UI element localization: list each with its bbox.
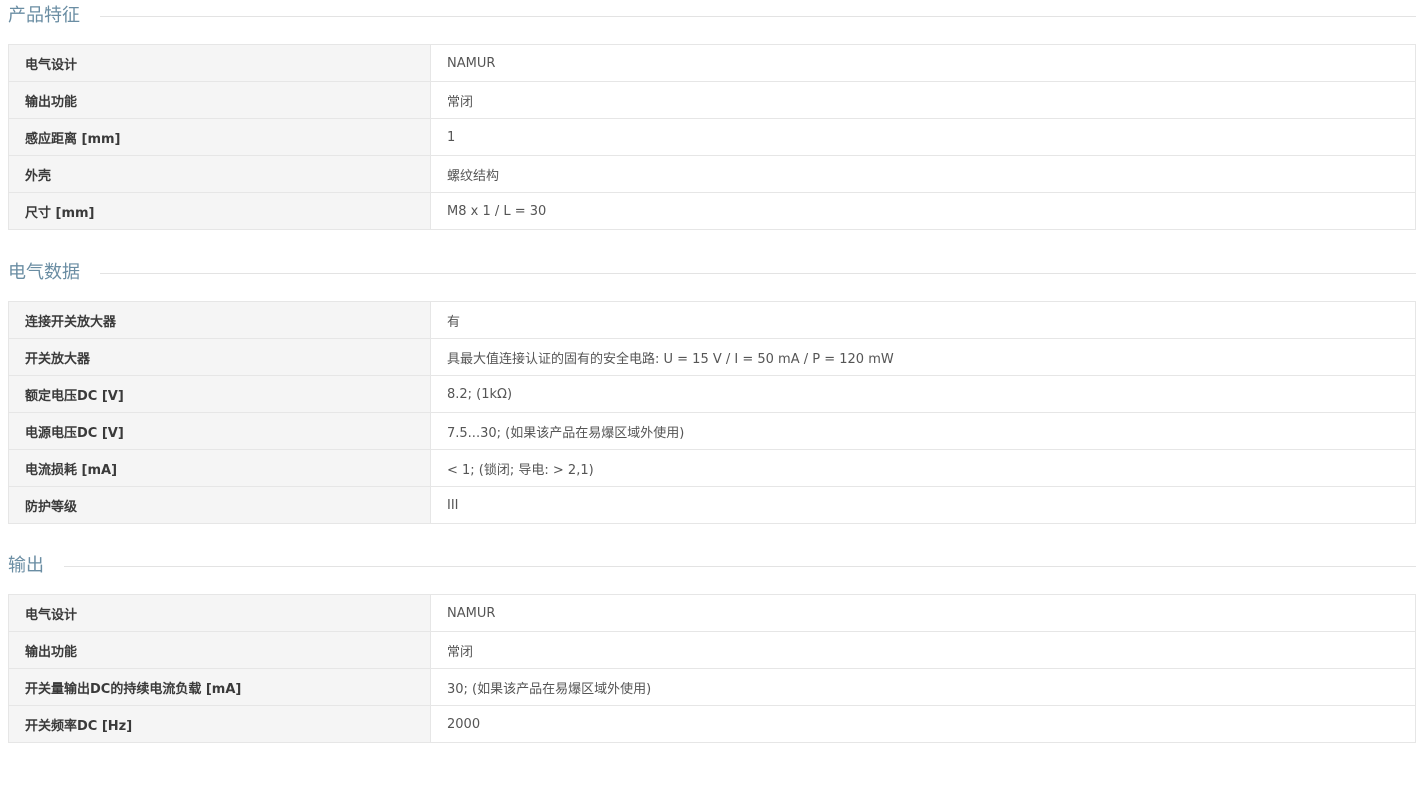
table-row: 额定电压DC [V] 8.2; (1kΩ) bbox=[8, 375, 1416, 413]
spec-value: NAMUR bbox=[430, 594, 1416, 632]
spec-table: 连接开关放大器 有 开关放大器 具最大值连接认证的固有的安全电路: U = 15… bbox=[8, 301, 1416, 524]
spec-value: 2000 bbox=[430, 705, 1416, 743]
spec-label: 防护等级 bbox=[8, 486, 431, 524]
section-product-features: 产品特征 电气设计 NAMUR 输出功能 常闭 感应距离 [mm] 1 外壳 螺… bbox=[8, 0, 1416, 230]
spec-table: 电气设计 NAMUR 输出功能 常闭 开关量输出DC的持续电流负载 [mA] 3… bbox=[8, 594, 1416, 743]
table-row: 输出功能 常闭 bbox=[8, 81, 1416, 119]
spec-label: 连接开关放大器 bbox=[8, 301, 431, 339]
table-row: 开关放大器 具最大值连接认证的固有的安全电路: U = 15 V / I = 5… bbox=[8, 338, 1416, 376]
spec-label: 电源电压DC [V] bbox=[8, 412, 431, 450]
table-row: 电流损耗 [mA] < 1; (锁闭; 导电: > 2,1) bbox=[8, 449, 1416, 487]
spec-value: 7.5...30; (如果该产品在易爆区域外使用) bbox=[430, 412, 1416, 450]
spec-page: 产品特征 电气设计 NAMUR 输出功能 常闭 感应距离 [mm] 1 外壳 螺… bbox=[0, 0, 1424, 743]
table-row: 开关频率DC [Hz] 2000 bbox=[8, 705, 1416, 743]
table-row: 防护等级 III bbox=[8, 486, 1416, 524]
spec-value: 有 bbox=[430, 301, 1416, 339]
spec-label: 额定电压DC [V] bbox=[8, 375, 431, 413]
table-row: 外壳 螺纹结构 bbox=[8, 155, 1416, 193]
spec-value: 30; (如果该产品在易爆区域外使用) bbox=[430, 668, 1416, 706]
spec-value: < 1; (锁闭; 导电: > 2,1) bbox=[430, 449, 1416, 487]
table-row: 感应距离 [mm] 1 bbox=[8, 118, 1416, 156]
table-row: 开关量输出DC的持续电流负载 [mA] 30; (如果该产品在易爆区域外使用) bbox=[8, 668, 1416, 706]
section-electrical-data: 电气数据 连接开关放大器 有 开关放大器 具最大值连接认证的固有的安全电路: U… bbox=[8, 257, 1416, 524]
spec-label: 开关放大器 bbox=[8, 338, 431, 376]
table-row: 尺寸 [mm] M8 x 1 / L = 30 bbox=[8, 192, 1416, 230]
spec-label: 输出功能 bbox=[8, 631, 431, 669]
section-divider bbox=[100, 272, 1416, 274]
section-output: 输出 电气设计 NAMUR 输出功能 常闭 开关量输出DC的持续电流负载 [mA… bbox=[8, 550, 1416, 743]
spec-value: 常闭 bbox=[430, 81, 1416, 119]
table-row: 电源电压DC [V] 7.5...30; (如果该产品在易爆区域外使用) bbox=[8, 412, 1416, 450]
spec-label: 外壳 bbox=[8, 155, 431, 193]
spec-label: 开关频率DC [Hz] bbox=[8, 705, 431, 743]
section-title: 输出 bbox=[8, 555, 44, 576]
spec-label: 感应距离 [mm] bbox=[8, 118, 431, 156]
spec-label: 输出功能 bbox=[8, 81, 431, 119]
spec-label: 开关量输出DC的持续电流负载 [mA] bbox=[8, 668, 431, 706]
section-title: 电气数据 bbox=[8, 262, 80, 283]
spec-label: 电流损耗 [mA] bbox=[8, 449, 431, 487]
section-header: 产品特征 bbox=[8, 0, 1416, 32]
section-title: 产品特征 bbox=[8, 5, 80, 26]
section-divider bbox=[100, 15, 1416, 17]
spec-value: 具最大值连接认证的固有的安全电路: U = 15 V / I = 50 mA /… bbox=[430, 338, 1416, 376]
spec-label: 尺寸 [mm] bbox=[8, 192, 431, 230]
spec-label: 电气设计 bbox=[8, 44, 431, 82]
table-row: 电气设计 NAMUR bbox=[8, 44, 1416, 82]
section-header: 输出 bbox=[8, 550, 1416, 582]
section-header: 电气数据 bbox=[8, 257, 1416, 289]
table-row: 连接开关放大器 有 bbox=[8, 301, 1416, 339]
spec-value: III bbox=[430, 486, 1416, 524]
spec-value: 常闭 bbox=[430, 631, 1416, 669]
spec-value: 螺纹结构 bbox=[430, 155, 1416, 193]
table-row: 电气设计 NAMUR bbox=[8, 594, 1416, 632]
spec-value: 1 bbox=[430, 118, 1416, 156]
spec-label: 电气设计 bbox=[8, 594, 431, 632]
spec-value: 8.2; (1kΩ) bbox=[430, 375, 1416, 413]
table-row: 输出功能 常闭 bbox=[8, 631, 1416, 669]
spec-table: 电气设计 NAMUR 输出功能 常闭 感应距离 [mm] 1 外壳 螺纹结构 尺… bbox=[8, 44, 1416, 230]
spec-value: NAMUR bbox=[430, 44, 1416, 82]
spec-value: M8 x 1 / L = 30 bbox=[430, 192, 1416, 230]
section-divider bbox=[64, 565, 1416, 567]
